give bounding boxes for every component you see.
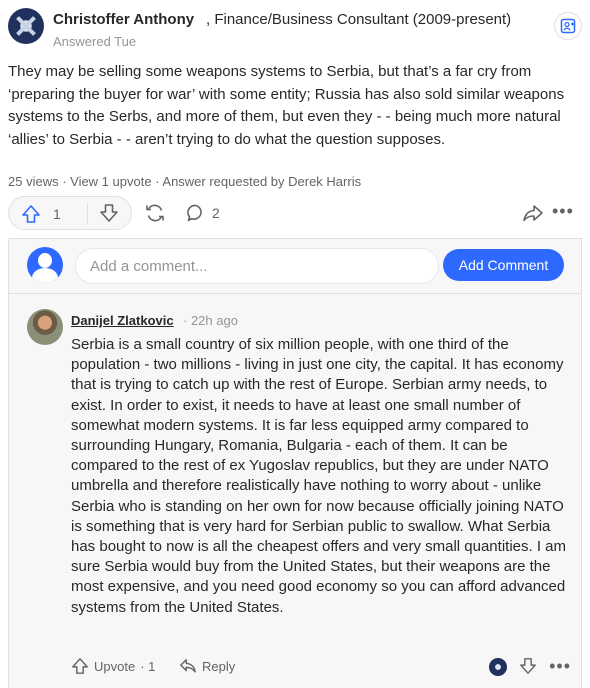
comment-time[interactable]: · 22h ago: [183, 313, 238, 328]
forward-icon: [523, 205, 543, 222]
reply-as-avatar[interactable]: [489, 658, 507, 676]
share-icon: [146, 204, 164, 222]
comment-reply-label: Reply: [202, 658, 236, 674]
comment-upvote-label: Upvote: [94, 658, 136, 674]
author-name[interactable]: Christoffer Anthony: [53, 11, 194, 28]
vote-divider: [87, 203, 88, 225]
upvote-icon: [72, 658, 88, 674]
comment-downvote-button[interactable]: [519, 657, 539, 677]
share-button[interactable]: [522, 202, 544, 224]
comment-button[interactable]: 2: [186, 202, 220, 224]
comment-count: 2: [212, 205, 220, 221]
downvote-icon: [520, 658, 536, 674]
upvote-button[interactable]: 1: [21, 203, 81, 225]
more-icon[interactable]: •••: [552, 202, 574, 220]
answer-header: Christoffer Anthony , Finance/Business C…: [8, 8, 582, 52]
more-icon[interactable]: •••: [549, 657, 571, 675]
comment-text: Serbia is a small country of six million…: [71, 336, 566, 616]
commenter-name[interactable]: Danijel Zlatkovic: [71, 313, 174, 328]
answered-date[interactable]: Answered Tue: [53, 34, 136, 49]
comment-reply-button[interactable]: Reply: [179, 657, 235, 675]
upvote-icon: [22, 205, 40, 223]
request-icon: [560, 18, 576, 34]
answer-meta: 25 views · View 1 upvote · Answer reques…: [8, 174, 362, 189]
answer-actions: 1 2 •••: [8, 196, 582, 230]
commenter-avatar[interactable]: [27, 309, 63, 345]
downvote-button[interactable]: [99, 203, 121, 225]
request-answer-button[interactable]: [554, 12, 582, 40]
add-comment-bar: Add Comment: [9, 239, 581, 294]
vote-pill: 1: [8, 196, 132, 230]
downvote-icon: [100, 204, 118, 222]
comment-item: Danijel Zlatkovic · 22h ago Serbia is a …: [9, 295, 581, 688]
comments-section: Add Comment Danijel Zlatkovic · 22h ago …: [8, 238, 582, 688]
add-comment-button[interactable]: Add Comment: [443, 249, 564, 281]
comment-input[interactable]: [75, 248, 439, 284]
author-credential: , Finance/Business Consultant (2009-pres…: [206, 11, 512, 28]
upvote-count: 1: [53, 206, 61, 222]
author-avatar[interactable]: [8, 8, 44, 44]
current-user-avatar: [27, 247, 63, 283]
comment-actions: Upvote · 1 Reply •••: [71, 655, 573, 679]
comment-icon: [187, 204, 202, 222]
reshare-button[interactable]: [144, 202, 166, 224]
comment-upvote-count: · 1: [140, 658, 156, 674]
reply-icon: [180, 658, 196, 673]
comment-upvote-button[interactable]: Upvote · 1: [71, 657, 155, 675]
answer-text: They may be selling some weapons systems…: [8, 63, 565, 148]
